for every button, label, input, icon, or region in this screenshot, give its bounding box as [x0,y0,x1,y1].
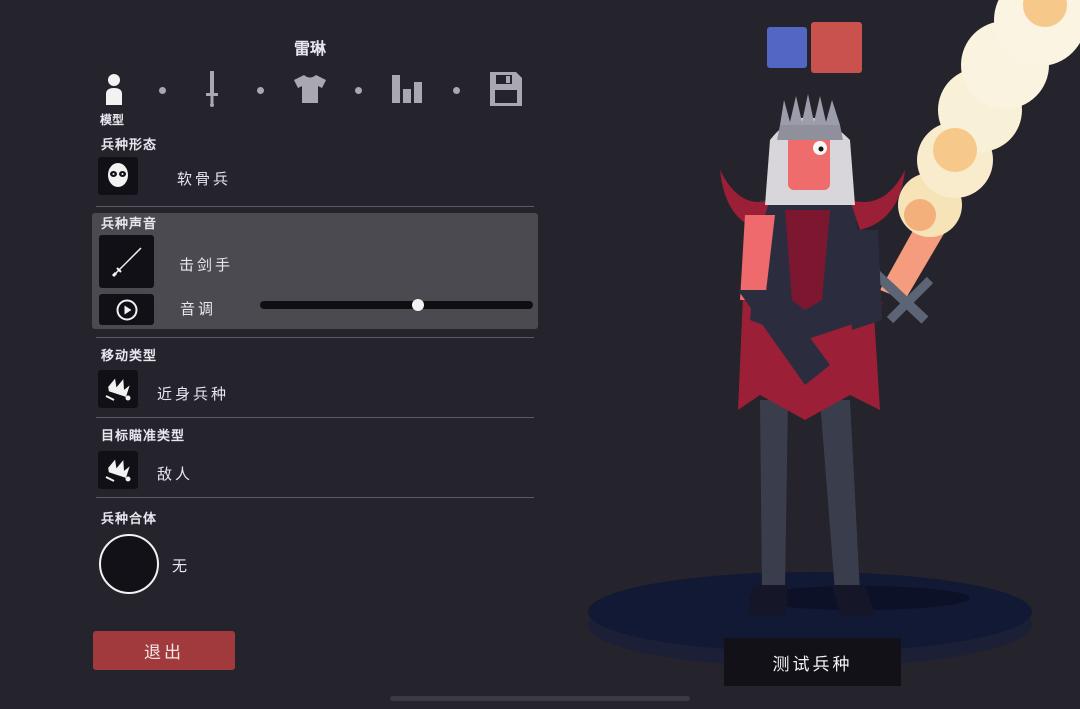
movement-button[interactable] [98,370,138,408]
skull-mask-icon [108,163,128,187]
merge-value: 无 [172,557,191,575]
unit-form-button[interactable] [98,157,138,195]
divider [96,417,534,418]
character-head [765,94,855,205]
step-model[interactable] [96,70,132,108]
flame-effect [880,0,1080,300]
targeting-value: 敌人 [157,465,194,483]
sword-icon [206,71,218,107]
home-indicator [390,696,690,701]
rapier-icon [111,246,142,277]
step-separator-dot [159,87,166,94]
target-crown-icon [105,459,131,482]
unit-voice-label: 兵种声音 [101,217,158,232]
melee-crown-icon [105,378,131,401]
step-clothing[interactable] [292,70,328,108]
step-stats[interactable] [390,70,426,108]
pitch-label: 音调 [180,300,217,318]
unit-name-title: 雷琳 [293,39,326,58]
movement-value: 近身兵种 [157,385,230,403]
targeting-button[interactable] [98,451,138,489]
divider [96,206,534,207]
unit-voice-button[interactable] [99,235,154,288]
floppy-disk-icon [490,72,522,106]
test-unit-button[interactable]: 测试兵种 [724,638,901,686]
step-weapon[interactable] [194,70,230,108]
unit-voice-value: 击剑手 [179,256,234,274]
editor-step-bar [96,70,536,110]
merge-label: 兵种合体 [101,512,158,527]
pitch-slider[interactable] [260,299,533,311]
step-separator-dot [257,87,264,94]
active-step-label: 模型 [100,113,125,127]
step-separator-dot [453,87,460,94]
divider [96,497,534,498]
exit-button[interactable]: 退出 [93,631,235,670]
play-voice-button[interactable] [99,294,154,325]
shirt-icon [294,75,326,103]
merge-slot-button[interactable] [99,534,159,594]
step-separator-dot [355,87,362,94]
play-circle-icon [116,299,137,320]
unit-voice-panel [92,213,538,329]
unit-form-label: 兵种形态 [101,138,158,153]
unit-form-value: 软骨兵 [177,170,232,188]
divider [96,337,534,338]
targeting-label: 目标瞄准类型 [101,429,186,444]
movement-label: 移动类型 [101,349,158,364]
step-save[interactable] [488,70,524,108]
unit-preview [588,0,1080,667]
person-icon [106,74,122,105]
bar-chart-icon [392,75,422,103]
